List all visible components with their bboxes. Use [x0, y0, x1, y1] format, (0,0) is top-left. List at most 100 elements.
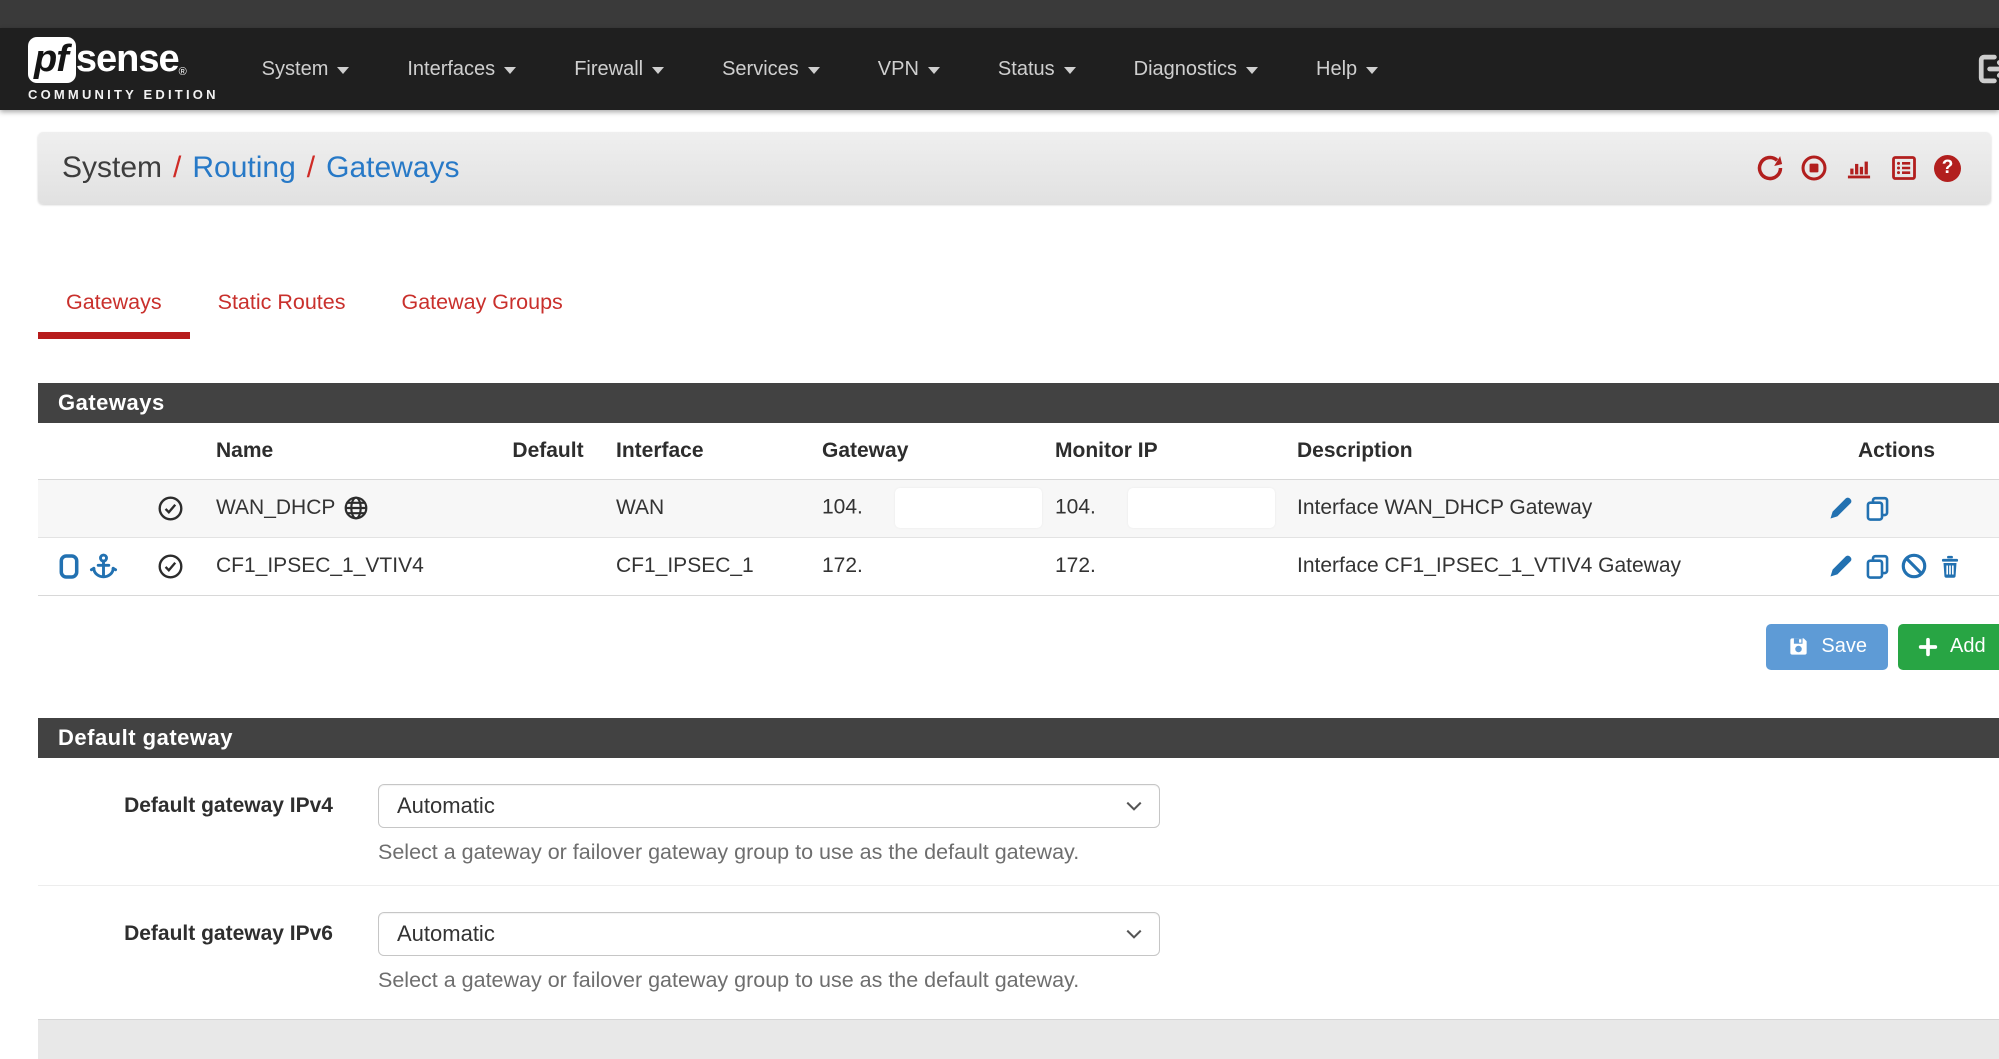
default-gateway-ipv6-select[interactable]: Automatic	[378, 912, 1160, 956]
col-header-name: Name	[198, 423, 498, 479]
description-cell: Interface CF1_IPSEC_1_VTIV4 Gateway	[1283, 537, 1803, 595]
interface-cell: WAN	[598, 479, 808, 537]
nav-item-vpn[interactable]: VPN	[849, 28, 969, 110]
breadcrumb-separator: /	[307, 151, 315, 185]
pfsense-logo[interactable]: pf sense ® COMMUNITY EDITION	[28, 37, 219, 102]
name-cell: CF1_IPSEC_1_VTIV4	[198, 537, 498, 595]
nav-item-label: VPN	[878, 58, 919, 81]
add-button-label: Add	[1950, 635, 1986, 658]
default-gateway-panel: Default gateway Default gateway IPv4 Aut…	[38, 718, 1999, 1059]
form-row-ipv6: Default gateway IPv6 Automatic Select a …	[38, 886, 1999, 995]
copy-icon[interactable]	[1864, 495, 1891, 522]
log-list-icon[interactable]	[1890, 154, 1918, 182]
edit-icon[interactable]	[1827, 494, 1855, 522]
breadcrumb-bar: System / Routing / Gateways	[38, 132, 1991, 204]
nav-item-system[interactable]: System	[233, 28, 379, 110]
nav-item-label: Firewall	[574, 58, 643, 81]
redacted-value	[895, 488, 1042, 528]
caret-down-icon	[928, 67, 940, 74]
caret-down-icon	[1366, 67, 1378, 74]
breadcrumb-section: System	[62, 151, 162, 185]
plus-icon	[1917, 636, 1939, 658]
gateways-panel: Gateways Name Default Interface Gateway …	[38, 383, 1999, 596]
gateway-value: 172.	[822, 554, 863, 577]
redacted-value	[1128, 488, 1275, 528]
default-gateway-ipv4-help: Select a gateway or failover gateway gro…	[378, 840, 1160, 865]
breadcrumb-separator: /	[173, 151, 181, 185]
col-header-gateway: Gateway	[808, 423, 1043, 479]
form-row-ipv4: Default gateway IPv4 Automatic Select a …	[38, 784, 1999, 886]
nav-menu: System Interfaces Firewall Services VPN …	[233, 28, 1407, 110]
breadcrumb-link-gateways[interactable]: Gateways	[326, 151, 459, 185]
name-cell: WAN_DHCP	[198, 479, 498, 537]
save-button[interactable]: Save	[1766, 624, 1888, 670]
delete-icon[interactable]	[1937, 552, 1963, 580]
interface-value: WAN	[616, 496, 664, 519]
select-value: Automatic	[397, 793, 495, 819]
nav-item-label: Help	[1316, 58, 1357, 81]
caret-down-icon	[1246, 67, 1258, 74]
default-gateway-ipv4-label: Default gateway IPv4	[38, 784, 333, 865]
nav-item-interfaces[interactable]: Interfaces	[378, 28, 545, 110]
drag-cell	[38, 537, 143, 595]
logo-sense: sense	[76, 37, 179, 78]
gateway-cell: 104.	[808, 479, 1043, 537]
square-outline-icon[interactable]	[58, 553, 80, 580]
window-top-strip	[0, 0, 1999, 28]
gateway-name: CF1_IPSEC_1_VTIV4	[216, 554, 424, 578]
nav-item-label: Status	[998, 58, 1055, 81]
gateway-name: WAN_DHCP	[216, 496, 335, 520]
stop-circle-icon[interactable]	[1800, 154, 1828, 182]
description-cell: Interface WAN_DHCP Gateway	[1283, 479, 1803, 537]
disable-icon[interactable]	[1900, 552, 1928, 580]
sign-out-icon[interactable]	[1973, 50, 1999, 88]
description-value: Interface WAN_DHCP Gateway	[1297, 496, 1592, 519]
gateways-table: Name Default Interface Gateway Monitor I…	[38, 423, 1999, 596]
tab-gateways[interactable]: Gateways	[38, 290, 190, 339]
tab-gateway-groups[interactable]: Gateway Groups	[373, 290, 590, 339]
add-button[interactable]: Add	[1898, 624, 1999, 670]
caret-down-icon	[1064, 67, 1076, 74]
description-value: Interface CF1_IPSEC_1_VTIV4 Gateway	[1297, 554, 1681, 577]
nav-item-label: Diagnostics	[1134, 58, 1237, 81]
caret-down-icon	[504, 67, 516, 74]
nav-item-label: Services	[722, 58, 799, 81]
nav-item-help[interactable]: Help	[1287, 28, 1407, 110]
nav-item-diagnostics[interactable]: Diagnostics	[1105, 28, 1287, 110]
logo-pf: pf	[28, 37, 76, 83]
col-header-actions: Actions	[1803, 423, 1999, 479]
default-gateway-panel-title: Default gateway	[38, 718, 1999, 758]
default-gateway-ipv4-select[interactable]: Automatic	[378, 784, 1160, 828]
col-header-status	[143, 423, 198, 479]
check-circle-icon	[157, 495, 184, 522]
select-value: Automatic	[397, 921, 495, 947]
monitor-ip-value: 104.	[1055, 496, 1096, 519]
breadcrumb-link-routing[interactable]: Routing	[192, 151, 295, 185]
nav-item-status[interactable]: Status	[969, 28, 1105, 110]
panel-footer	[38, 1019, 1999, 1059]
default-cell	[498, 537, 598, 595]
chevron-down-icon	[1125, 928, 1143, 940]
copy-icon[interactable]	[1864, 553, 1891, 580]
help-circle-icon[interactable]: ?	[1934, 155, 1961, 182]
actions-cell	[1803, 479, 1999, 537]
gateway-cell: 172.	[808, 537, 1043, 595]
caret-down-icon	[652, 67, 664, 74]
chart-bar-icon[interactable]	[1844, 154, 1874, 182]
col-header-monitor-ip: Monitor IP	[1043, 423, 1283, 479]
nav-item-services[interactable]: Services	[693, 28, 849, 110]
nav-item-firewall[interactable]: Firewall	[545, 28, 693, 110]
nav-item-label: Interfaces	[407, 58, 495, 81]
edit-icon[interactable]	[1827, 552, 1855, 580]
col-header-drag	[38, 423, 143, 479]
chevron-down-icon	[1125, 800, 1143, 812]
gateway-value: 104.	[822, 496, 863, 519]
refresh-icon[interactable]	[1756, 154, 1784, 182]
globe-icon	[343, 495, 369, 521]
breadcrumb: System / Routing / Gateways	[62, 151, 460, 185]
tab-static-routes[interactable]: Static Routes	[190, 290, 374, 339]
table-header-row: Name Default Interface Gateway Monitor I…	[38, 423, 1999, 479]
save-icon	[1787, 635, 1810, 658]
gateway-row-cf1-ipsec: CF1_IPSEC_1_VTIV4 CF1_IPSEC_1 172. 172. …	[38, 537, 1999, 595]
anchor-icon[interactable]	[89, 552, 118, 581]
